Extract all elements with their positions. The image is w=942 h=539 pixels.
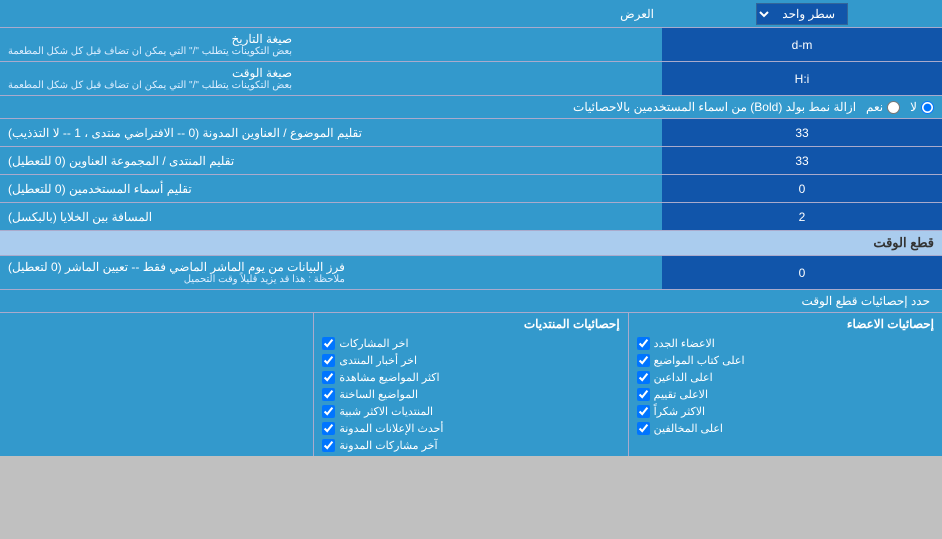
bold-no-label[interactable]: لا bbox=[910, 100, 934, 114]
bold-label: ازالة نمط بولد (Bold) من اسماء المستخدمي… bbox=[8, 100, 856, 114]
cut-days-input[interactable] bbox=[668, 266, 936, 280]
space-label: المسافة بين الخلايا (بالبكسل) bbox=[0, 203, 662, 230]
col2-checkbox-1[interactable] bbox=[322, 354, 335, 367]
col1-item-4[interactable]: الاكثر شكراً bbox=[637, 405, 934, 418]
display-select-wrapper[interactable]: سطر واحد سطرين ثلاثة أسطر bbox=[662, 1, 942, 27]
checkboxes-grid: إحصائيات الاعضاء الاعضاء الجدد اعلى كتاب… bbox=[0, 313, 942, 456]
trim-forum-row: تقليم المنتدى / المجموعة العناوين (0 للت… bbox=[0, 147, 942, 175]
display-label: العرض bbox=[0, 3, 662, 25]
bold-row: ازالة نمط بولد (Bold) من اسماء المستخدمي… bbox=[0, 96, 942, 119]
time-format-input-wrapper[interactable] bbox=[662, 62, 942, 95]
col2-item-5[interactable]: أحدث الإعلانات المدونة bbox=[322, 422, 619, 435]
col1-checkbox-4[interactable] bbox=[637, 405, 650, 418]
trim-forum-label: تقليم المنتدى / المجموعة العناوين (0 للت… bbox=[0, 147, 662, 174]
time-format-label: صيغة الوقت بعض التكوينات يتطلب "/" التي … bbox=[0, 62, 662, 95]
col2-checkbox-6[interactable] bbox=[322, 439, 335, 452]
trim-users-row: تقليم أسماء المستخدمين (0 للتعطيل) bbox=[0, 175, 942, 203]
col1-item-1[interactable]: اعلى كتاب المواضيع bbox=[637, 354, 934, 367]
col1-item-5[interactable]: اعلى المخالفين bbox=[637, 422, 934, 435]
col1-item-2[interactable]: اعلى الداعين bbox=[637, 371, 934, 384]
bold-no-radio[interactable] bbox=[921, 101, 934, 114]
col2-checkbox-4[interactable] bbox=[322, 405, 335, 418]
trim-titles-row: تقليم الموضوع / العناوين المدونة (0 -- ا… bbox=[0, 119, 942, 147]
time-format-row: صيغة الوقت بعض التكوينات يتطلب "/" التي … bbox=[0, 62, 942, 96]
col1-checkbox-3[interactable] bbox=[637, 388, 650, 401]
col2-item-1[interactable]: اخر أخبار المنتدى bbox=[322, 354, 619, 367]
stats-header: حدد إحصائيات قطع الوقت bbox=[0, 290, 942, 313]
trim-forum-input[interactable] bbox=[668, 154, 936, 168]
col2-checkbox-0[interactable] bbox=[322, 337, 335, 350]
col2-item-3[interactable]: المواضيع الساخنة bbox=[322, 388, 619, 401]
cut-days-input-wrapper[interactable] bbox=[662, 256, 942, 289]
stats-col1-header: إحصائيات الاعضاء bbox=[637, 317, 934, 331]
date-format-input[interactable] bbox=[668, 38, 936, 52]
stats-col1: إحصائيات الاعضاء الاعضاء الجدد اعلى كتاب… bbox=[628, 313, 942, 456]
trim-titles-input-wrapper[interactable] bbox=[662, 119, 942, 146]
space-input[interactable] bbox=[668, 210, 936, 224]
cut-days-row: فرز البيانات من يوم الماشر الماضي فقط --… bbox=[0, 256, 942, 290]
col1-item-0[interactable]: الاعضاء الجدد bbox=[637, 337, 934, 350]
stats-col2-header: إحصائيات المنتديات bbox=[322, 317, 619, 331]
trim-users-input[interactable] bbox=[668, 182, 936, 196]
col1-checkbox-5[interactable] bbox=[637, 422, 650, 435]
cut-days-label: فرز البيانات من يوم الماشر الماضي فقط --… bbox=[0, 256, 662, 289]
stats-col2: إحصائيات المنتديات اخر المشاركات اخر أخب… bbox=[313, 313, 627, 456]
trim-users-input-wrapper[interactable] bbox=[662, 175, 942, 202]
display-row: العرض سطر واحد سطرين ثلاثة أسطر bbox=[0, 0, 942, 28]
stats-col3 bbox=[0, 313, 313, 456]
space-input-wrapper[interactable] bbox=[662, 203, 942, 230]
col1-checkbox-2[interactable] bbox=[637, 371, 650, 384]
col1-checkbox-0[interactable] bbox=[637, 337, 650, 350]
col2-checkbox-3[interactable] bbox=[322, 388, 335, 401]
trim-users-label: تقليم أسماء المستخدمين (0 للتعطيل) bbox=[0, 175, 662, 202]
col2-checkbox-2[interactable] bbox=[322, 371, 335, 384]
col2-item-6[interactable]: آخر مشاركات المدونة bbox=[322, 439, 619, 452]
col1-checkbox-1[interactable] bbox=[637, 354, 650, 367]
time-format-input[interactable] bbox=[668, 72, 936, 86]
col2-item-4[interactable]: المنتديات الاكثر شبية bbox=[322, 405, 619, 418]
col2-checkbox-5[interactable] bbox=[322, 422, 335, 435]
cut-section-header: قطع الوقت bbox=[0, 231, 942, 256]
display-select[interactable]: سطر واحد سطرين ثلاثة أسطر bbox=[756, 3, 848, 25]
trim-titles-label: تقليم الموضوع / العناوين المدونة (0 -- ا… bbox=[0, 119, 662, 146]
col2-item-0[interactable]: اخر المشاركات bbox=[322, 337, 619, 350]
date-format-label: صيغة التاريخ بعض التكوينات يتطلب "/" الت… bbox=[0, 28, 662, 61]
space-row: المسافة بين الخلايا (بالبكسل) bbox=[0, 203, 942, 231]
date-format-row: صيغة التاريخ بعض التكوينات يتطلب "/" الت… bbox=[0, 28, 942, 62]
bold-yes-label[interactable]: نعم bbox=[866, 100, 900, 114]
bold-yes-radio[interactable] bbox=[887, 101, 900, 114]
date-format-input-wrapper[interactable] bbox=[662, 28, 942, 61]
trim-titles-input[interactable] bbox=[668, 126, 936, 140]
col1-item-3[interactable]: الاعلى تقييم bbox=[637, 388, 934, 401]
stats-col3-header bbox=[8, 317, 305, 331]
col2-item-2[interactable]: اكثر المواضيع مشاهدة bbox=[322, 371, 619, 384]
trim-forum-input-wrapper[interactable] bbox=[662, 147, 942, 174]
